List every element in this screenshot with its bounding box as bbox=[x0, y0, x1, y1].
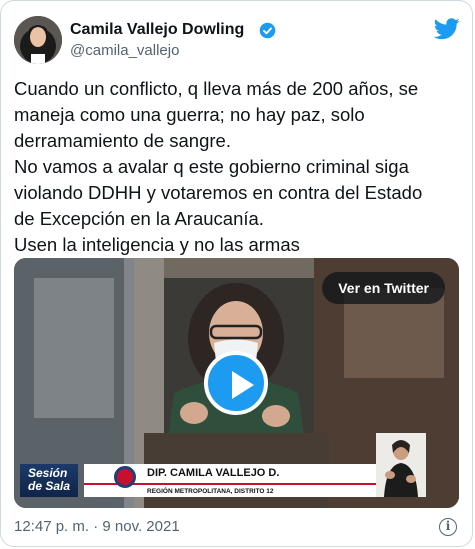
chamber-logo-icon bbox=[114, 466, 136, 488]
twitter-bird-icon[interactable] bbox=[434, 18, 460, 40]
tweet-text-line: maneja como una guerra; no hay paz, solo bbox=[14, 104, 365, 125]
tweet-text-line: Usen la inteligencia y no las armas bbox=[14, 234, 300, 255]
show-label: Sesión de Sala bbox=[20, 464, 78, 497]
lower-third-banner: Sesión de Sala DIP. CAMILA VALLEJO D. RE… bbox=[14, 464, 376, 497]
play-icon[interactable] bbox=[204, 351, 268, 415]
avatar[interactable] bbox=[14, 16, 62, 64]
speaker-region: REGIÓN METROPOLITANA, DISTRITO 12 bbox=[147, 488, 274, 495]
verified-badge-icon bbox=[259, 22, 276, 39]
speaker-name: DIP. CAMILA VALLEJO D. bbox=[147, 467, 280, 479]
tweet-text-line: No vamos a avalar q este gobierno crimin… bbox=[14, 156, 409, 177]
view-on-twitter-button[interactable]: Ver en Twitter bbox=[322, 272, 445, 304]
tweet-text-line: violando DDHH y votaremos en contra del … bbox=[14, 182, 423, 203]
sign-language-interpreter bbox=[376, 433, 426, 497]
show-label-line2: de Sala bbox=[28, 479, 71, 493]
author-handle[interactable]: @camila_vallejo bbox=[70, 42, 179, 59]
video-player[interactable]: Ver en Twitter Sesión de Sala DIP. CAMIL… bbox=[14, 258, 459, 508]
tweet-timestamp[interactable]: 12:47 p. m. · 9 nov. 2021 bbox=[14, 518, 180, 535]
tweet-text-line: de Excepción en la Araucanía. bbox=[14, 208, 264, 229]
tweet-text-line: Cuando un conflicto, q lleva más de 200 … bbox=[14, 78, 419, 99]
tweet-text-line: derramamiento de sangre. bbox=[14, 130, 231, 151]
tweet-card[interactable]: Camila Vallejo Dowling @camila_vallejo C… bbox=[0, 0, 473, 547]
author-name[interactable]: Camila Vallejo Dowling bbox=[70, 21, 244, 39]
tweet-text: Cuando un conflicto, q lleva más de 200 … bbox=[14, 76, 464, 258]
info-icon[interactable]: i bbox=[439, 518, 457, 536]
